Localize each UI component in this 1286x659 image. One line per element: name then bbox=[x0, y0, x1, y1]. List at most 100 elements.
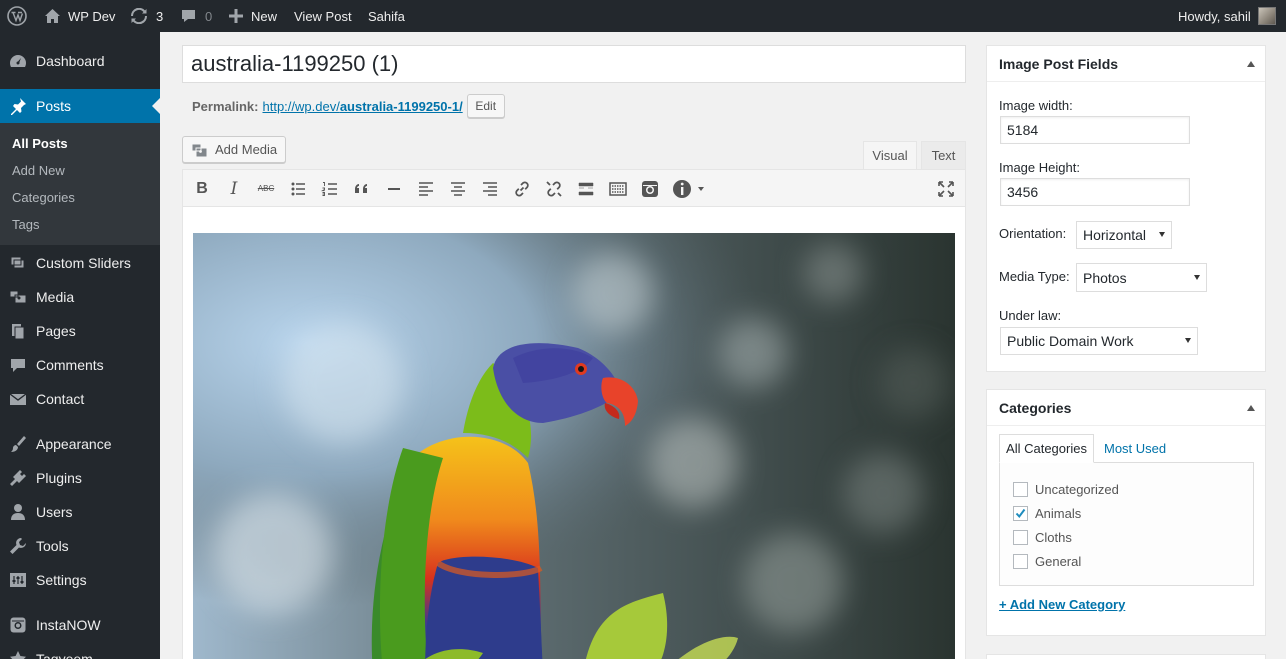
menu-label: Plugins bbox=[36, 470, 82, 486]
menu-label: Users bbox=[36, 504, 73, 520]
tab-all-categories[interactable]: All Categories bbox=[999, 434, 1094, 463]
tab-visual[interactable]: Visual bbox=[863, 141, 917, 169]
categories-checklist: Uncategorized Animals Cloths General bbox=[999, 462, 1254, 586]
under-law-select[interactable]: Public Domain Work bbox=[1000, 327, 1198, 355]
comments-link[interactable]: 0 bbox=[180, 0, 212, 32]
new-content-link[interactable]: New bbox=[229, 0, 277, 32]
insert-link-icon[interactable] bbox=[512, 179, 532, 199]
site-name: WP Dev bbox=[68, 8, 116, 24]
dashboard-icon bbox=[10, 55, 26, 67]
tab-text[interactable]: Text bbox=[921, 141, 966, 169]
menu-pages[interactable]: Pages bbox=[0, 314, 160, 348]
menu-media[interactable]: Media bbox=[0, 280, 160, 314]
under-law-value: Public Domain Work bbox=[1007, 333, 1134, 349]
chevron-down-icon bbox=[1185, 338, 1191, 343]
site-name-link[interactable]: WP Dev bbox=[44, 0, 115, 32]
pages-icon bbox=[12, 324, 25, 340]
menu-posts[interactable]: Posts bbox=[0, 89, 160, 123]
media-type-value: Photos bbox=[1083, 269, 1127, 286]
unlink-icon[interactable] bbox=[544, 179, 564, 199]
media-type-select[interactable]: Photos bbox=[1076, 263, 1207, 292]
bullet-list-icon[interactable] bbox=[288, 179, 308, 199]
strikethrough-icon[interactable]: ABC bbox=[256, 179, 276, 199]
menu-label: Tools bbox=[36, 538, 69, 554]
media-icon bbox=[9, 290, 27, 304]
checkbox-cloths[interactable] bbox=[1013, 530, 1028, 545]
add-media-button[interactable]: Add Media bbox=[182, 136, 286, 163]
menu-dashboard[interactable]: Dashboard bbox=[0, 44, 160, 78]
permalink-row: Permalink: http://wp.dev/australia-11992… bbox=[192, 94, 505, 118]
info-dropdown-icon[interactable] bbox=[672, 179, 708, 199]
categories-box: Categories All Categories Most Used Unca… bbox=[986, 389, 1266, 636]
categories-header[interactable]: Categories bbox=[987, 390, 1265, 426]
view-post-link[interactable]: View Post bbox=[294, 0, 352, 32]
menu-instanow[interactable]: InstaNOW bbox=[0, 608, 160, 642]
menu-label: Comments bbox=[36, 357, 104, 373]
permalink-label: Permalink: bbox=[192, 98, 259, 114]
wordpress-logo-icon[interactable] bbox=[7, 0, 27, 32]
blockquote-icon[interactable] bbox=[352, 179, 372, 199]
fullscreen-icon[interactable] bbox=[936, 179, 956, 199]
collapse-arrow-icon[interactable] bbox=[1247, 61, 1255, 67]
orientation-label: Orientation: bbox=[999, 226, 1067, 241]
permalink-base: http://wp.dev/ bbox=[262, 98, 340, 114]
menu-custom-sliders[interactable]: Custom Sliders bbox=[0, 246, 160, 280]
home-icon bbox=[45, 9, 60, 23]
checkbox-animals[interactable] bbox=[1013, 506, 1028, 521]
read-more-icon[interactable] bbox=[576, 179, 596, 199]
theme-label: Sahifa bbox=[368, 8, 405, 24]
permalink-edit-button[interactable]: Edit bbox=[466, 94, 505, 118]
user-icon bbox=[11, 504, 25, 520]
collapse-arrow-icon[interactable] bbox=[1247, 405, 1255, 411]
menu-contact[interactable]: Contact bbox=[0, 382, 160, 416]
pin-icon bbox=[11, 98, 26, 115]
menu-appearance[interactable]: Appearance bbox=[0, 427, 160, 461]
submenu-tags[interactable]: Tags bbox=[12, 217, 39, 232]
post-image-parrot[interactable] bbox=[193, 233, 955, 659]
horizontal-line-icon[interactable] bbox=[384, 179, 404, 199]
howdy-text: Howdy, sahil bbox=[1178, 8, 1251, 24]
submenu-add-new[interactable]: Add New bbox=[12, 163, 65, 178]
menu-tools[interactable]: Tools bbox=[0, 529, 160, 563]
image-width-input[interactable]: 5184 bbox=[1000, 116, 1190, 144]
toolbar-toggle-icon[interactable] bbox=[608, 179, 628, 199]
instagram-embed-icon[interactable] bbox=[640, 179, 660, 199]
menu-comments[interactable]: Comments bbox=[0, 348, 160, 382]
tab-most-used[interactable]: Most Used bbox=[1104, 434, 1166, 463]
checkbox-general[interactable] bbox=[1013, 554, 1028, 569]
align-right-icon[interactable] bbox=[480, 179, 500, 199]
orientation-select[interactable]: Horizontal bbox=[1076, 221, 1172, 249]
permalink-slug: australia-1199250-1/ bbox=[339, 98, 463, 114]
add-media-icon bbox=[191, 143, 208, 157]
mail-icon bbox=[9, 393, 27, 405]
align-left-icon[interactable] bbox=[416, 179, 436, 199]
menu-label: Pages bbox=[36, 323, 76, 339]
add-new-category-link[interactable]: + Add New Category bbox=[999, 597, 1125, 612]
post-title-input[interactable]: australia-1199250 (1) bbox=[182, 45, 966, 83]
menu-label: Settings bbox=[36, 572, 87, 588]
submenu-all-posts[interactable]: All Posts bbox=[12, 136, 68, 151]
align-center-icon[interactable] bbox=[448, 179, 468, 199]
image-height-input[interactable]: 3456 bbox=[1000, 178, 1190, 206]
menu-taqyeem[interactable]: Taqyeem bbox=[0, 642, 160, 659]
permalink-link[interactable]: http://wp.dev/australia-1199250-1/ bbox=[262, 99, 462, 114]
numbered-list-icon[interactable] bbox=[320, 179, 340, 199]
menu-plugins[interactable]: Plugins bbox=[0, 461, 160, 495]
checkbox-uncategorized[interactable] bbox=[1013, 482, 1028, 497]
image-fields-header[interactable]: Image Post Fields bbox=[987, 46, 1265, 82]
categories-title: Categories bbox=[999, 399, 1072, 416]
submenu-categories[interactable]: Categories bbox=[12, 190, 75, 205]
image-fields-title: Image Post Fields bbox=[999, 55, 1119, 72]
italic-icon[interactable]: I bbox=[224, 179, 244, 199]
orientation-value: Horizontal bbox=[1083, 227, 1147, 243]
menu-users[interactable]: Users bbox=[0, 495, 160, 529]
menu-label: Appearance bbox=[36, 436, 112, 452]
updates-link[interactable]: 3 bbox=[130, 0, 163, 32]
menu-label: Posts bbox=[36, 98, 72, 114]
chevron-down-icon bbox=[1194, 274, 1200, 280]
bold-icon[interactable]: B bbox=[192, 179, 212, 199]
menu-settings[interactable]: Settings bbox=[0, 563, 160, 597]
image-width-label: Image width: bbox=[999, 98, 1073, 113]
my-account-link[interactable]: Howdy, sahil bbox=[1178, 0, 1276, 32]
theme-link[interactable]: Sahifa bbox=[368, 0, 405, 32]
